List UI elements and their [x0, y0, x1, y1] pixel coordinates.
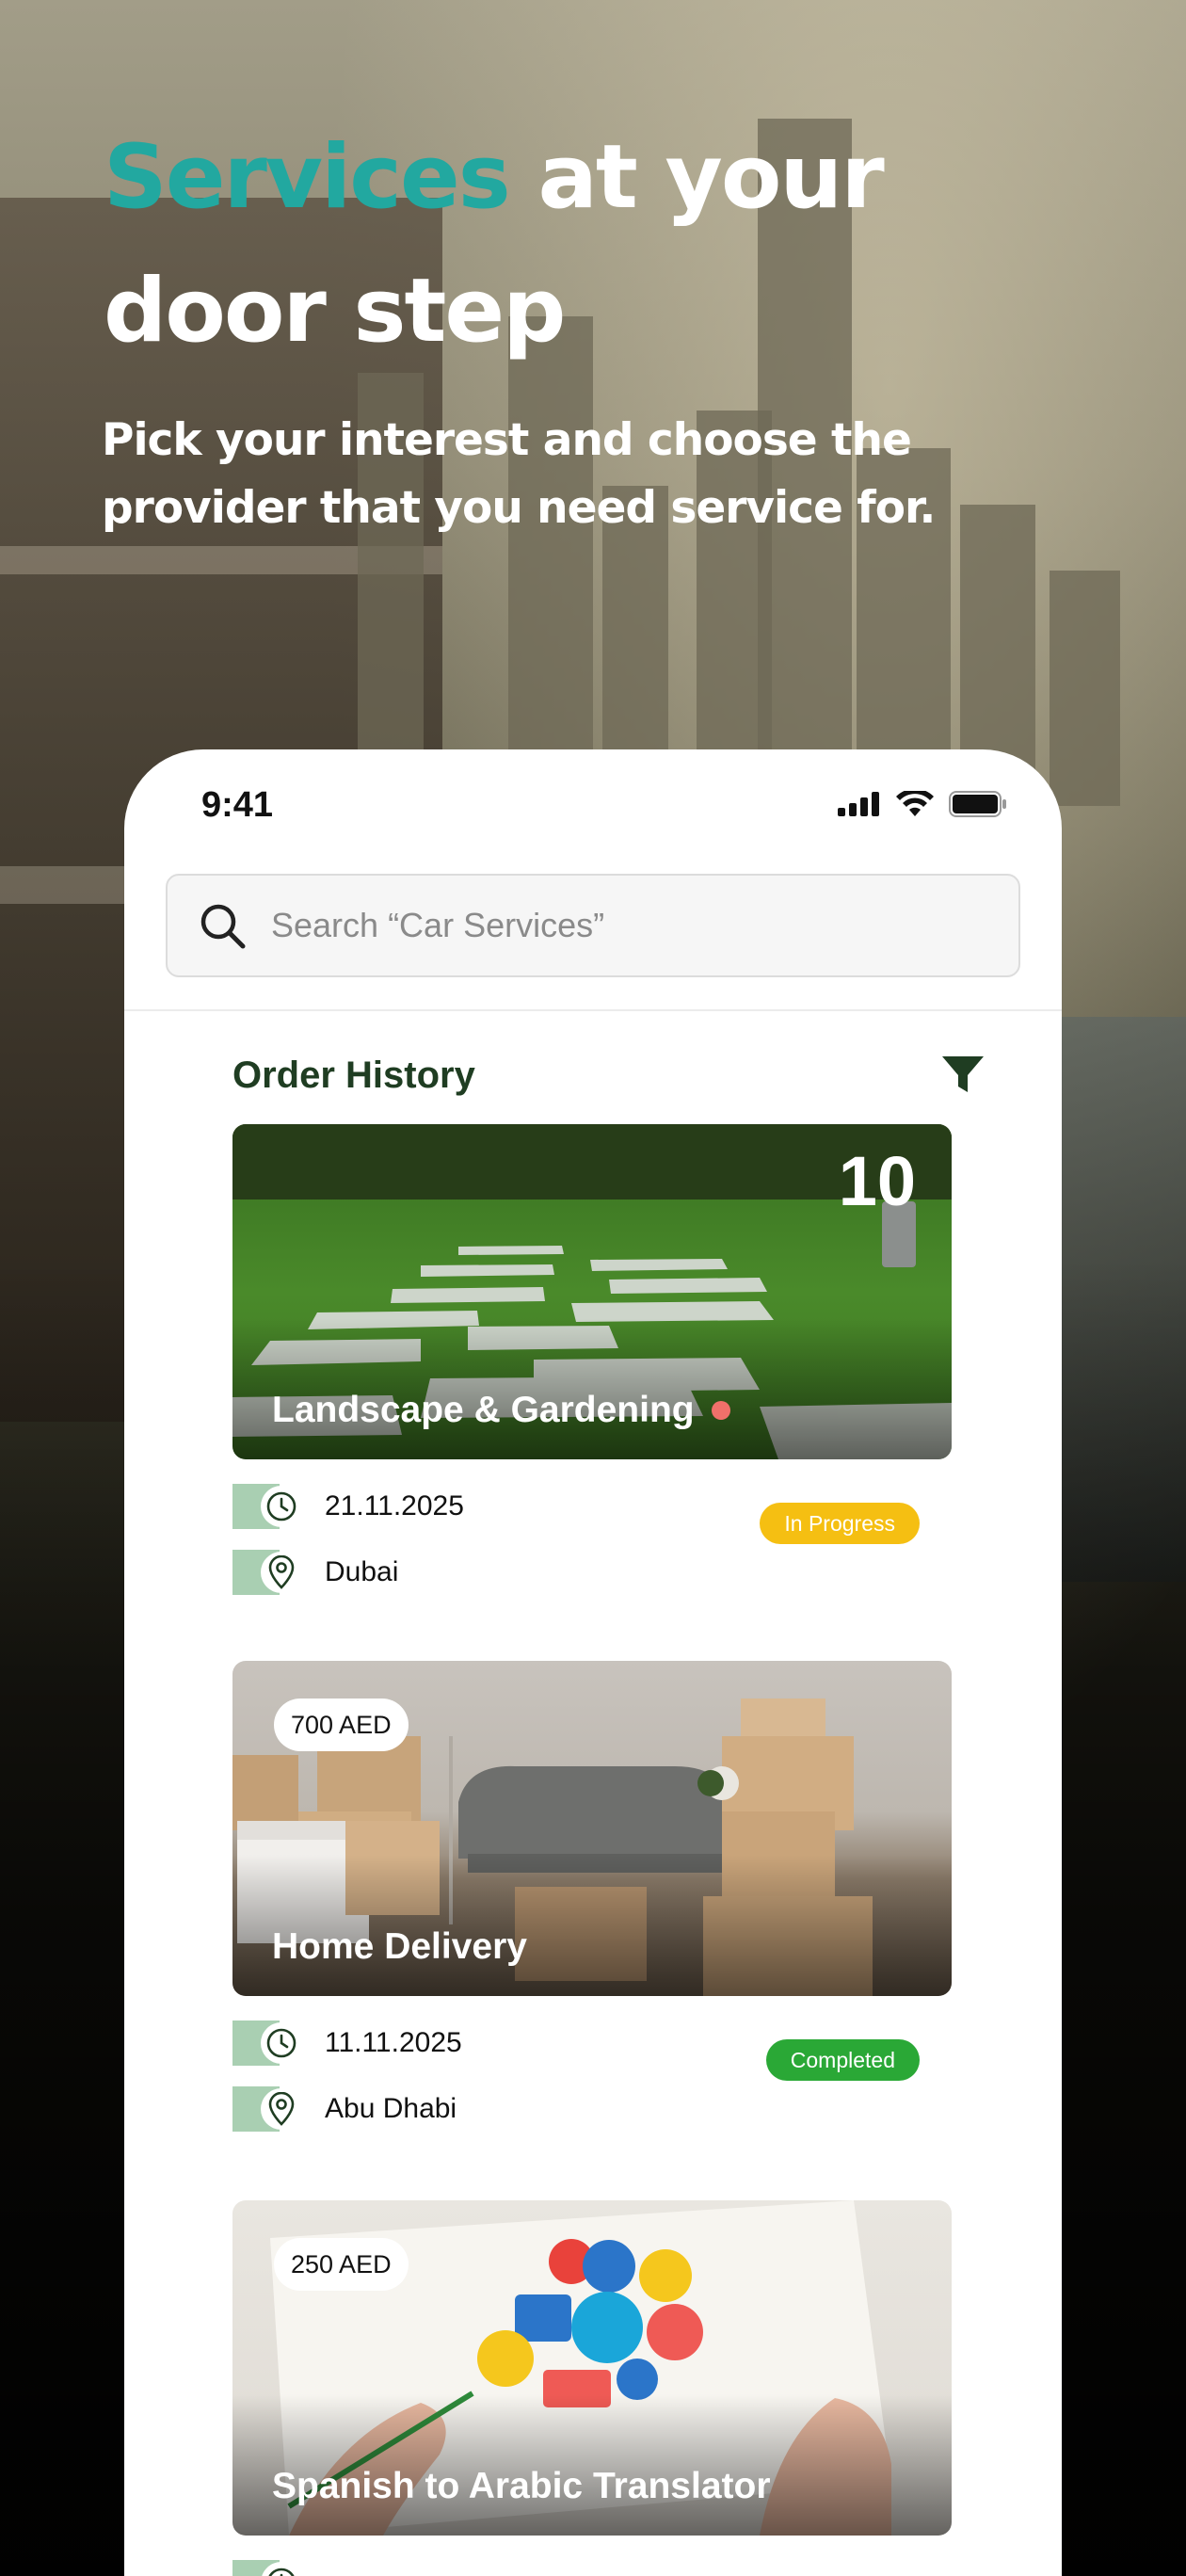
order-title-text: Spanish to Arabic Translator	[272, 2466, 771, 2506]
image-shade	[232, 2394, 952, 2536]
order-meta	[232, 2536, 952, 2576]
pin-icon-wrap	[232, 2086, 302, 2132]
status-time: 9:41	[201, 785, 274, 825]
location-pin-icon	[268, 1555, 295, 1589]
hero-title-rest: at your	[508, 126, 884, 229]
status-icons	[838, 791, 1007, 817]
hero-subtitle: Pick your interest and choose the provid…	[102, 414, 936, 534]
phone-mockup: 9:41 Search “Car Services” Order History…	[124, 749, 1062, 2576]
clock-icon-wrap	[232, 2021, 302, 2066]
order-card[interactable]: 10 Landscape & Gardening 21.11.2025 Duba…	[232, 1124, 952, 1619]
order-title-text: Landscape & Gardening	[272, 1390, 695, 1430]
order-location: Abu Dhabi	[325, 2093, 457, 2124]
order-meta: 21.11.2025 Dubai In Progress	[232, 1459, 952, 1619]
order-image-translator[interactable]: 250 AED Spanish to Arabic Translator	[232, 2200, 952, 2536]
hero-section: Services at your door step Pick your inte…	[102, 111, 1101, 542]
hero-title: Services at your door step	[104, 111, 1101, 378]
search-bar[interactable]: Search “Car Services”	[166, 874, 1020, 977]
order-card[interactable]: 250 AED Spanish to Arabic Translator	[232, 2200, 952, 2576]
order-card[interactable]: 700 AED Home Delivery 11.11.2025 Abu Dha…	[232, 1661, 952, 2156]
clock-icon-wrap	[232, 1484, 302, 1529]
clock-icon	[266, 1491, 296, 1521]
divider	[124, 1009, 1062, 1011]
order-history-title: Order History	[232, 1054, 475, 1096]
image-shade	[232, 1855, 952, 1996]
wifi-icon	[896, 791, 934, 816]
price-badge: 250 AED	[274, 2238, 409, 2291]
order-title: Home Delivery	[272, 1926, 527, 1968]
search-input[interactable]: Search “Car Services”	[271, 906, 604, 945]
order-title: Landscape & Gardening	[272, 1390, 730, 1431]
order-date-row: 11.11.2025	[232, 2021, 462, 2066]
order-location-row: Abu Dhabi	[232, 2086, 457, 2132]
order-date: 11.11.2025	[325, 2027, 462, 2058]
order-date-row: 21.11.2025	[232, 1484, 464, 1529]
hero-title-line2: door step	[104, 260, 566, 362]
battery-icon	[949, 791, 1006, 817]
order-location: Dubai	[325, 1556, 399, 1587]
status-bar: 9:41	[124, 749, 1062, 862]
signal-icon	[838, 792, 879, 816]
order-history-header: Order History	[232, 1047, 986, 1103]
filter-icon[interactable]	[940, 1055, 986, 1096]
order-title-text: Home Delivery	[272, 1926, 527, 1967]
price-badge: 700 AED	[274, 1699, 409, 1751]
notification-dot	[711, 1401, 730, 1420]
clock-icon	[268, 2568, 295, 2576]
hero-title-accent: Services	[104, 126, 511, 229]
pin-icon-wrap	[232, 1550, 302, 1595]
order-location-row: Dubai	[232, 1550, 398, 1595]
image-shade	[232, 1318, 952, 1459]
order-image-home-delivery[interactable]: 700 AED Home Delivery	[232, 1661, 952, 1996]
location-pin-icon	[268, 2092, 295, 2126]
status-badge: Completed	[765, 2039, 920, 2081]
clock-icon	[266, 2028, 296, 2058]
order-date-row	[232, 2560, 302, 2576]
order-image-landscape[interactable]: 10 Landscape & Gardening	[232, 1124, 952, 1459]
order-title: Spanish to Arabic Translator	[272, 2466, 771, 2507]
order-count: 10	[838, 1142, 916, 1220]
search-icon	[200, 904, 246, 949]
clock-icon-wrap	[232, 2560, 302, 2576]
order-date: 21.11.2025	[325, 1490, 464, 1521]
order-meta: 11.11.2025 Abu Dhabi Completed	[232, 1996, 952, 2156]
status-badge: In Progress	[760, 1503, 920, 1544]
